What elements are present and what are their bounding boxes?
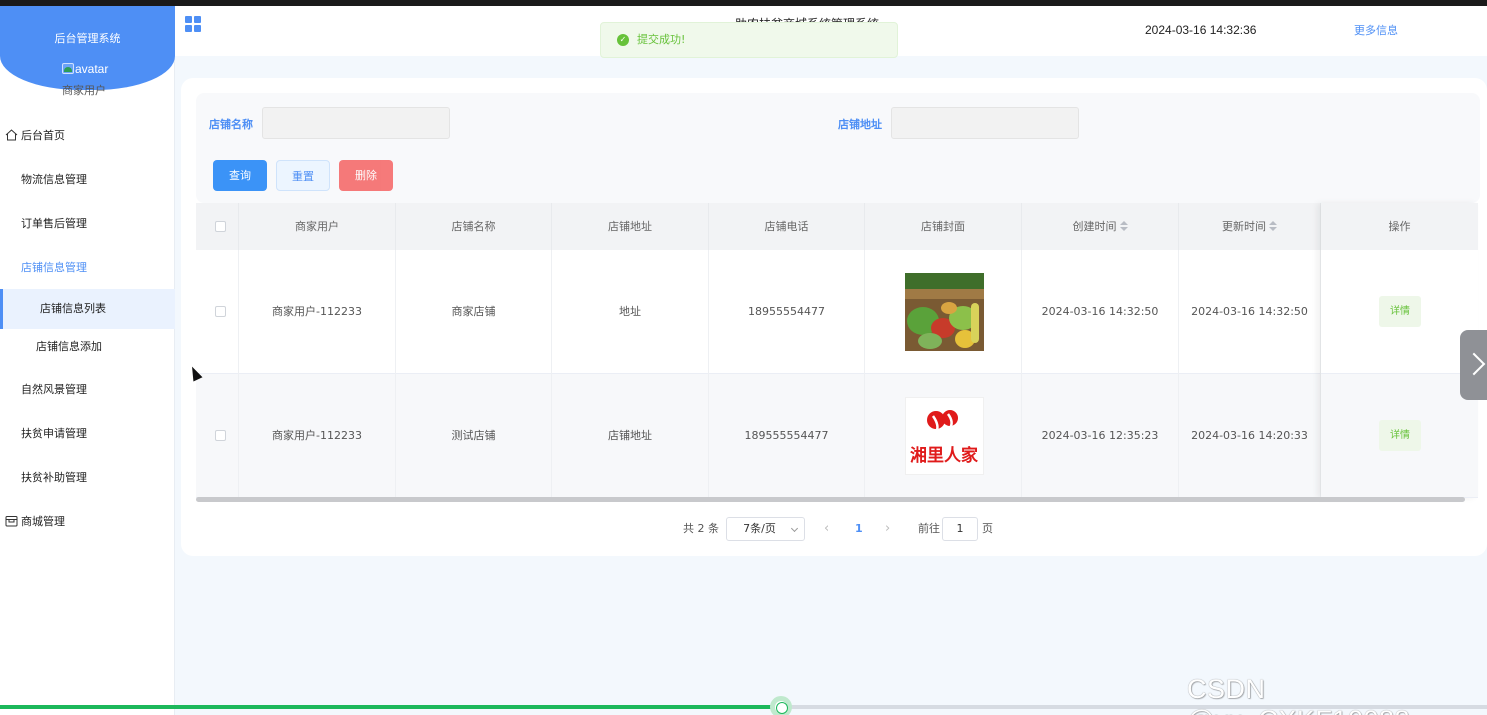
shop-address-cell: 地址 (552, 250, 709, 374)
created-time-cell: 2024-03-16 12:35:23 (1022, 374, 1179, 498)
table-row: 商家用户-112233 测试店铺 店铺地址 189555554477 湘里人家 … (196, 374, 1478, 498)
shop-name-cell: 商家店铺 (396, 250, 552, 374)
sidebar: 后台管理系统 avatar 商家用户 后台首页 物流信息管理 订单售后管理 店铺… (0, 6, 175, 715)
home-icon (5, 129, 18, 141)
sidebar-item-label: 店铺信息管理 (21, 261, 87, 274)
shop-cover-cell (865, 250, 1022, 374)
shop-cover-cell: 湘里人家 (865, 374, 1022, 498)
sidebar-item-home[interactable]: 后台首页 (0, 116, 175, 156)
column-header: 店铺电话 (709, 203, 865, 250)
created-time-cell: 2024-03-16 14:32:50 (1022, 250, 1179, 374)
toast-message: 提交成功! (637, 33, 686, 46)
shop-name-cell: 测试店铺 (396, 374, 552, 498)
avatar-alt-text: avatar (75, 62, 109, 76)
sidebar-item-label: 店铺信息添加 (36, 340, 102, 353)
pagination-total: 共 2 条 (683, 522, 719, 535)
sidebar-item-label: 订单售后管理 (21, 217, 87, 230)
menu-grid-icon[interactable] (185, 16, 202, 33)
sidebar-item-label: 自然风景管理 (21, 383, 87, 396)
sidebar-item-label: 物流信息管理 (21, 173, 87, 186)
vegetables-image (905, 273, 984, 351)
logo-text: 湘里人家 (910, 445, 978, 466)
page-number-current[interactable]: 1 (855, 517, 863, 541)
broken-image-icon (62, 63, 74, 74)
select-all-checkbox[interactable] (215, 221, 226, 232)
sidebar-item-label: 后台首页 (21, 129, 65, 142)
goto-page-input[interactable]: 1 (942, 517, 978, 541)
sidebar-item-shop-add[interactable]: 店铺信息添加 (0, 327, 175, 367)
fixed-column-shadow (1321, 203, 1478, 498)
column-header-label: 创建时间 (1072, 220, 1117, 233)
column-header-created-sortable[interactable]: 创建时间 (1022, 203, 1179, 250)
check-circle-icon: ✓ (617, 34, 629, 46)
column-header: 商家用户 (239, 203, 396, 250)
current-datetime: 2024-03-16 14:32:36 (1145, 23, 1257, 37)
updated-time-cell: 2024-03-16 14:20:33 (1179, 374, 1321, 498)
query-button[interactable]: 查询 (213, 160, 267, 191)
shop-table: 商家用户 店铺名称 店铺地址 店铺电话 店铺封面 创建时间 更新时间 操作 商家… (196, 203, 1478, 501)
csdn-watermark: CSDN @vx_CXKF10088 (1187, 674, 1410, 715)
reset-button[interactable]: 重置 (276, 160, 330, 191)
sidebar-item-poverty-subsidy[interactable]: 扶贫补助管理 (0, 458, 175, 498)
video-progress-knob[interactable] (770, 696, 792, 715)
merchant-cell: 商家用户-112233 (239, 374, 396, 498)
merchant-cell: 商家用户-112233 (239, 250, 396, 374)
shop-name-label: 店铺名称 (209, 118, 253, 131)
row-select-cell (196, 250, 239, 374)
prev-page-icon[interactable]: ‹ (824, 517, 829, 541)
column-header-updated-sortable[interactable]: 更新时间 (1179, 203, 1321, 250)
shop-address-label: 店铺地址 (838, 118, 882, 131)
more-info-link[interactable]: 更多信息 (1354, 22, 1398, 38)
sidebar-item-label: 店铺信息列表 (40, 302, 106, 315)
sidebar-item-orders[interactable]: 订单售后管理 (0, 204, 175, 244)
column-header: 店铺封面 (865, 203, 1022, 250)
shop-address-input[interactable] (891, 107, 1079, 139)
column-header: 店铺地址 (552, 203, 709, 250)
chevron-right-icon[interactable] (1460, 330, 1487, 400)
sidebar-item-logistics[interactable]: 物流信息管理 (0, 160, 175, 200)
row-checkbox[interactable] (215, 430, 226, 441)
avatar[interactable]: avatar (62, 62, 108, 76)
table-header: 商家用户 店铺名称 店铺地址 店铺电话 店铺封面 创建时间 更新时间 操作 (196, 203, 1478, 250)
sidebar-item-label: 扶贫申请管理 (21, 427, 87, 440)
row-select-cell (196, 374, 239, 498)
page-suffix-label: 页 (982, 522, 993, 535)
sort-icon[interactable] (1119, 221, 1128, 231)
next-page-icon[interactable]: › (885, 517, 890, 541)
logo-image: 湘里人家 (905, 397, 984, 475)
row-checkbox[interactable] (215, 306, 226, 317)
sidebar-item-shop-info[interactable]: 店铺信息管理 (0, 248, 175, 288)
goto-label: 前往 (918, 522, 940, 535)
sidebar-item-label: 扶贫补助管理 (21, 471, 87, 484)
page-size-select[interactable]: 7条/页 (726, 517, 805, 541)
sidebar-item-poverty-apply[interactable]: 扶贫申请管理 (0, 414, 175, 454)
shop-address-cell: 店铺地址 (552, 374, 709, 498)
system-title: 后台管理系统 (54, 32, 121, 45)
sidebar-item-scenery[interactable]: 自然风景管理 (0, 370, 175, 410)
sidebar-header: 后台管理系统 avatar 商家用户 (0, 6, 175, 97)
shop-name-input[interactable] (262, 107, 450, 139)
table-row: 商家用户-112233 商家店铺 地址 18955554477 2024-03-… (196, 250, 1478, 374)
sidebar-item-label: 商城管理 (21, 515, 65, 528)
sidebar-item-mall[interactable]: 商城管理 (0, 502, 175, 542)
sort-icon[interactable] (1269, 221, 1277, 231)
shop-phone-cell: 18955554477 (709, 250, 865, 374)
shop-icon (5, 516, 18, 527)
column-header-label: 更新时间 (1222, 220, 1266, 233)
updated-time-cell: 2024-03-16 14:32:50 (1179, 250, 1321, 374)
header-select-cell (196, 203, 239, 250)
delete-button[interactable]: 删除 (339, 160, 393, 191)
column-header: 店铺名称 (396, 203, 552, 250)
table-horizontal-scrollbar[interactable] (196, 497, 1465, 502)
video-progress-fill (0, 705, 781, 709)
shop-phone-cell: 189555554477 (709, 374, 865, 498)
username: 商家用户 (62, 84, 106, 97)
success-toast: ✓ 提交成功! (600, 22, 898, 58)
sidebar-item-shop-list[interactable]: 店铺信息列表 (0, 289, 175, 329)
